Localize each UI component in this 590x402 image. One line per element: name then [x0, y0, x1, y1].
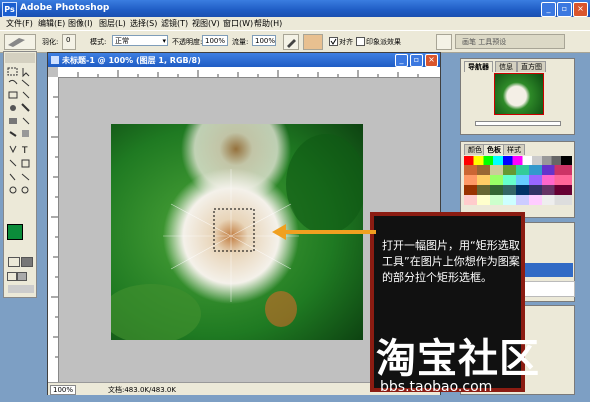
- horizontal-ruler[interactable]: [58, 67, 440, 78]
- menu-file[interactable]: 文件(F): [6, 18, 33, 29]
- flow-label: 流量:: [232, 38, 249, 46]
- foreground-color-swatch[interactable]: [7, 224, 23, 240]
- swatch-grid[interactable]: [464, 156, 572, 212]
- layer-row[interactable]: [523, 281, 575, 297]
- document-title: 未标题-1 @ 100% (图层 1, RGB/8): [62, 56, 201, 65]
- tab-swatches[interactable]: 色板: [483, 144, 505, 155]
- feather-value: 0: [66, 36, 71, 44]
- menu-bar: 文件(F) 编辑(E) 图像(I) 图层(L) 选择(S) 滤镜(T) 视图(V…: [0, 17, 590, 30]
- photoshop-logo-icon: Ps: [2, 2, 17, 17]
- screen-mode-full-icon[interactable]: [17, 272, 27, 281]
- restore-button[interactable]: ▫: [557, 2, 572, 17]
- standard-mode-icon[interactable]: [8, 257, 20, 267]
- impressionist-label: 印象派效果: [366, 38, 401, 46]
- opacity-input[interactable]: 100%: [202, 35, 228, 46]
- menu-view[interactable]: 视图(V): [192, 18, 220, 29]
- tool-icons[interactable]: T: [7, 66, 35, 216]
- align-label: 对齐: [339, 38, 353, 46]
- menu-window[interactable]: 窗口(W): [223, 18, 253, 29]
- title-bar: Ps Adobe Photoshop _ ▫ ×: [0, 0, 590, 17]
- opacity-label: 不透明度:: [172, 38, 203, 46]
- impressionist-checkbox[interactable]: [356, 37, 365, 46]
- brand-watermark: 淘宝社区: [376, 336, 540, 382]
- tab-info[interactable]: 信息: [495, 61, 517, 72]
- tool-preset-icon[interactable]: [4, 34, 36, 50]
- tab-styles[interactable]: 样式: [503, 144, 525, 155]
- brushes-palette-well[interactable]: 画笔 工具预设: [455, 34, 565, 49]
- screen-mode-icon[interactable]: [7, 272, 17, 281]
- pointer-arrow-icon: [272, 224, 376, 240]
- doc-minimize-button[interactable]: _: [395, 54, 408, 67]
- airbrush-icon[interactable]: [283, 34, 299, 50]
- svg-text:T: T: [21, 146, 28, 156]
- mode-select[interactable]: 正常 ▾: [112, 35, 168, 46]
- tab-navigator[interactable]: 导航器: [464, 61, 493, 72]
- document-title-bar: 未标题-1 @ 100% (图层 1, RGB/8) _ ▫ ×: [48, 53, 440, 67]
- toolbox: T: [3, 51, 37, 298]
- menu-edit[interactable]: 编辑(E): [38, 18, 65, 29]
- align-checkbox[interactable]: [329, 37, 338, 46]
- zoom-level[interactable]: 100%: [50, 385, 77, 395]
- menu-layer[interactable]: 图层(L): [99, 18, 126, 29]
- note-text: 打开一幅图片，用“矩形选取工具”在图片上你想作为图案的部分拉个矩形选框。: [382, 239, 520, 284]
- window-title: Adobe Photoshop: [20, 3, 110, 13]
- chevron-down-icon: ▾: [162, 37, 166, 45]
- feather-label: 羽化:: [42, 38, 59, 46]
- tab-histogram[interactable]: 直方图: [517, 61, 546, 72]
- watermark-url: bbs.taobao.com: [380, 379, 493, 395]
- file-browser-icon[interactable]: [436, 34, 452, 50]
- pattern-picker[interactable]: [303, 34, 323, 50]
- zoom-slider[interactable]: [475, 121, 561, 126]
- menu-filter[interactable]: 滤镜(T): [161, 18, 188, 29]
- flow-input[interactable]: 100%: [252, 35, 276, 46]
- quick-mask-icon[interactable]: [21, 257, 33, 267]
- brush-size-picker[interactable]: 0: [62, 34, 76, 50]
- vertical-ruler[interactable]: [48, 77, 59, 382]
- layer-row-selected[interactable]: [523, 263, 573, 277]
- navigator-panel: 导航器 信息 直方图: [460, 58, 575, 135]
- document-icon: [51, 56, 59, 64]
- menu-select[interactable]: 选择(S): [130, 18, 157, 29]
- menu-help[interactable]: 帮助(H): [254, 18, 282, 29]
- toolbox-header-icon: [5, 53, 35, 63]
- swatches-panel: 颜色 色板 样式: [460, 141, 575, 218]
- doc-close-button[interactable]: ×: [425, 54, 438, 67]
- options-bar: 羽化: 0 模式: 正常 ▾ 不透明度: 100% 流量: 100% 对齐 印象…: [0, 30, 590, 53]
- navigator-thumbnail[interactable]: [494, 73, 544, 115]
- close-button[interactable]: ×: [573, 2, 588, 17]
- imageready-icon[interactable]: [8, 285, 34, 293]
- minimize-button[interactable]: _: [541, 2, 556, 17]
- menu-image[interactable]: 图像(I): [68, 18, 93, 29]
- document-size: 文档:483.0K/483.0K: [108, 386, 176, 394]
- mode-value: 正常: [115, 37, 129, 45]
- mode-label: 模式:: [90, 38, 107, 46]
- doc-maximize-button[interactable]: ▫: [410, 54, 423, 67]
